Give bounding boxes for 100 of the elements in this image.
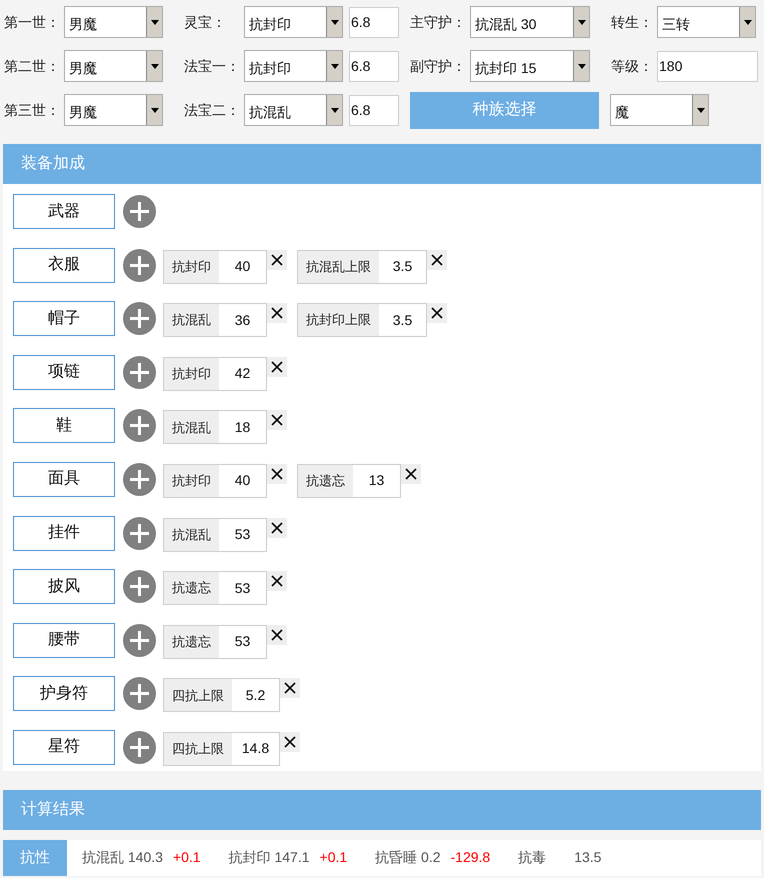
close-icon[interactable] — [427, 250, 447, 270]
input-field[interactable]: 6.8 — [349, 6, 399, 38]
equipment-slot-button[interactable]: 面具 — [13, 462, 115, 497]
attribute-name: 抗遗忘 — [298, 464, 353, 497]
equipment-slot-button[interactable]: 项链 — [13, 354, 115, 390]
dropdown-button[interactable] — [326, 95, 342, 125]
attribute-name: 抗封印 — [164, 358, 219, 390]
equipment-slot-button[interactable]: 鞋 — [13, 408, 115, 444]
close-icon[interactable] — [267, 518, 287, 538]
equipment-slot-button[interactable]: 挂件 — [13, 516, 115, 551]
add-icon[interactable] — [123, 248, 156, 282]
add-icon[interactable] — [123, 302, 156, 336]
caret-icon — [744, 20, 752, 24]
dropdown-button[interactable] — [739, 7, 755, 37]
section-header: 装备加成 — [3, 144, 761, 184]
field-label: 法宝二： — [184, 100, 241, 120]
resistance-value: 抗混乱 140.3 — [82, 848, 163, 868]
close-icon[interactable] — [401, 464, 421, 484]
attribute-name: 抗混乱 — [164, 411, 219, 444]
close-icon[interactable] — [280, 678, 300, 698]
add-icon[interactable] — [123, 195, 156, 228]
close-icon[interactable] — [427, 303, 447, 324]
add-icon[interactable] — [123, 730, 156, 764]
caret-icon — [330, 20, 338, 24]
select-field[interactable]: 男魔 — [64, 94, 163, 126]
dropdown-button[interactable] — [573, 51, 589, 81]
select-field[interactable]: 男魔 — [64, 6, 163, 38]
caret-icon — [330, 64, 338, 68]
field-label: 等级： — [611, 56, 654, 76]
equipment-slot-button[interactable]: 星符 — [13, 730, 115, 765]
input-field[interactable]: 6.8 — [349, 94, 399, 126]
close-icon[interactable] — [267, 624, 287, 645]
field-label: 第一世： — [4, 12, 61, 32]
equipment-slot-button[interactable]: 护身符 — [13, 676, 115, 712]
attribute-name: 抗混乱 — [164, 518, 219, 551]
select-field[interactable]: 抗封印 15 — [470, 50, 590, 82]
select-field[interactable]: 三转 — [657, 6, 756, 38]
dropdown-button[interactable] — [692, 95, 708, 125]
field-label: 第二世： — [4, 56, 61, 76]
close-icon[interactable] — [267, 303, 287, 324]
caret-icon — [150, 64, 158, 68]
close-icon[interactable] — [280, 732, 300, 752]
select-field[interactable]: 抗混乱 — [244, 94, 343, 126]
dropdown-button[interactable] — [146, 51, 162, 81]
close-icon[interactable] — [267, 464, 287, 484]
resistance-delta: +0.1 — [320, 848, 348, 868]
select-field[interactable]: 抗封印 — [244, 50, 343, 82]
caret-icon — [578, 20, 586, 24]
equipment-slot-button[interactable]: 武器 — [13, 194, 115, 229]
dropdown-button[interactable] — [146, 95, 162, 125]
attribute-name: 抗混乱上限 — [298, 250, 379, 283]
select-field[interactable]: 抗封印 — [244, 6, 343, 38]
equipment-slot-button[interactable]: 披风 — [13, 569, 115, 604]
caret-icon — [696, 108, 704, 112]
equipment-slot-button[interactable]: 帽子 — [13, 301, 115, 336]
attribute-name: 抗封印上限 — [298, 304, 379, 336]
add-icon[interactable] — [123, 677, 156, 710]
add-icon[interactable] — [123, 409, 156, 442]
attribute-name: 四抗上限 — [164, 679, 232, 712]
resistance-value: 抗毒 — [518, 848, 546, 868]
close-icon[interactable] — [267, 410, 287, 430]
field-label: 第三世： — [4, 100, 61, 120]
attribute-name: 抗遗忘 — [164, 572, 219, 604]
resistance-delta: -129.8 — [450, 848, 490, 868]
dropdown-button[interactable] — [326, 51, 342, 81]
field-label: 副守护： — [410, 56, 467, 76]
select-field[interactable]: 抗混乱 30 — [470, 6, 590, 38]
field-label: 法宝一： — [184, 56, 241, 76]
resistance-value: 13.5 — [574, 848, 602, 868]
caret-icon — [150, 108, 158, 112]
close-icon[interactable] — [267, 356, 287, 377]
caret-icon — [150, 20, 158, 24]
close-icon[interactable] — [267, 250, 287, 270]
close-icon[interactable] — [267, 571, 287, 592]
equipment-slot-button[interactable]: 衣服 — [13, 248, 115, 283]
caret-icon — [578, 64, 586, 68]
resistance-delta: +0.1 — [172, 848, 201, 868]
equipment-slot-button[interactable]: 腰带 — [13, 622, 115, 658]
add-icon[interactable] — [123, 356, 156, 389]
add-icon[interactable] — [123, 516, 156, 550]
select-field[interactable]: 魔 — [610, 94, 709, 126]
add-icon[interactable] — [123, 624, 156, 657]
dropdown-button[interactable] — [326, 7, 342, 37]
dropdown-button[interactable] — [146, 7, 162, 37]
attribute-name: 抗封印 — [164, 464, 219, 497]
caret-icon — [330, 108, 338, 112]
input-field[interactable]: 180 — [657, 50, 758, 82]
select-field[interactable]: 男魔 — [64, 50, 163, 82]
attribute-name: 抗遗忘 — [164, 626, 219, 658]
resistance-value: 抗昏睡 0.2 — [375, 848, 441, 868]
add-icon[interactable] — [123, 462, 156, 496]
field-label: 主守护： — [410, 12, 467, 32]
dropdown-button[interactable] — [573, 7, 589, 37]
attribute-name: 四抗上限 — [164, 732, 232, 765]
add-icon[interactable] — [123, 570, 156, 604]
attribute-name: 抗封印 — [164, 250, 219, 283]
input-field[interactable]: 6.8 — [349, 50, 399, 82]
resistance-value: 抗封印 147.1 — [228, 848, 310, 868]
field-label: 转生： — [611, 12, 654, 32]
field-label: 灵宝： — [184, 12, 227, 32]
